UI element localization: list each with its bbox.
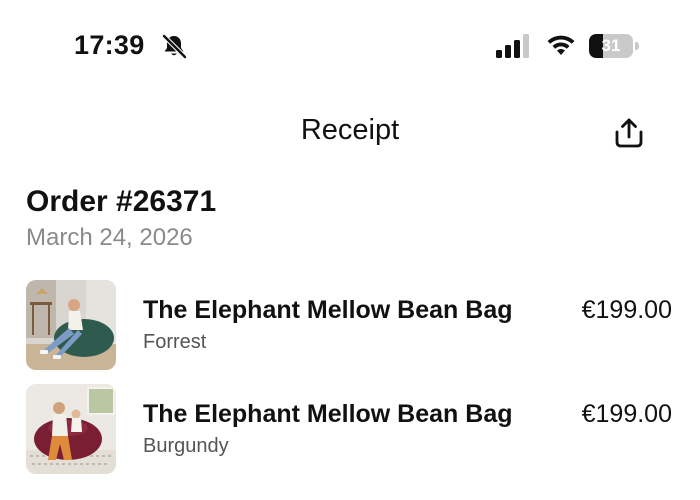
bell-slash-icon [162, 34, 187, 59]
page-title: Receipt [300, 114, 400, 146]
order-number: Order #26371 [26, 185, 217, 218]
order-date: March 24, 2026 [26, 224, 193, 251]
share-button[interactable] [610, 114, 648, 152]
battery-body: 31 [589, 34, 633, 58]
battery-level: 31 [601, 36, 621, 55]
product-thumbnail [26, 280, 116, 370]
item-name: The Elephant Mellow Bean Bag [143, 400, 513, 428]
status-bar: 17:39 31 [0, 0, 700, 95]
receipt-screen: 17:39 31 Receipt Order #26371 March 24, … [0, 0, 700, 500]
cellular-signal-icon [496, 34, 529, 58]
list-item[interactable]: The Elephant Mellow Bean Bag Forrest €19… [0, 280, 700, 374]
status-time: 17:39 [74, 30, 145, 60]
product-image [26, 384, 116, 474]
battery-icon: 31 [589, 34, 639, 58]
wifi-icon [547, 35, 575, 55]
product-image [26, 280, 116, 370]
list-item[interactable]: The Elephant Mellow Bean Bag Burgundy €1… [0, 384, 700, 478]
share-icon [615, 118, 643, 148]
product-thumbnail [26, 384, 116, 474]
item-variant: Forrest [143, 331, 207, 353]
item-price: €199.00 [581, 400, 672, 428]
item-name: The Elephant Mellow Bean Bag [143, 296, 513, 324]
battery-tip [635, 42, 639, 50]
item-variant: Burgundy [143, 435, 229, 457]
item-price: €199.00 [581, 296, 672, 324]
